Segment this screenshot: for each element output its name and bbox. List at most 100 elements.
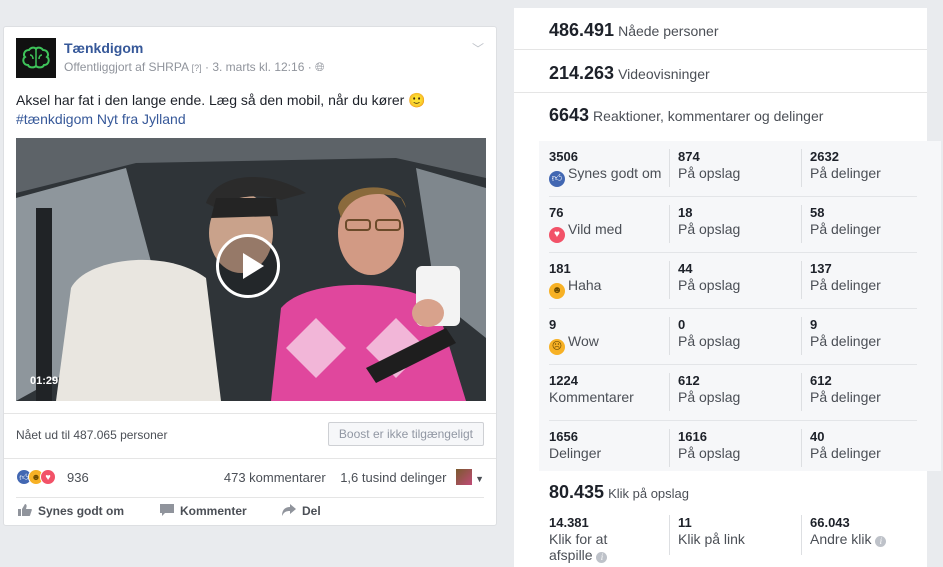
globe-icon: 🌐︎ [315,60,325,74]
breakdown-row-love: 76 ♥ Vild med 18 På opslag 58 På delinger [549,197,917,253]
on-shares-label: På delinger [810,389,881,405]
click-breakdown: 14.381 Klik for at afspille i 11 Klik på l… [549,513,917,567]
caret-down-icon[interactable]: ▼ [475,474,484,484]
page-name-link[interactable]: Tænkdigom [64,40,143,56]
like-button[interactable]: Synes godt om [18,504,124,518]
on-shares-label: På delinger [810,277,881,293]
on-post-label: På opslag [678,165,741,181]
viewer-avatar[interactable] [456,469,473,486]
like-label: Synes godt om [38,504,125,518]
share-label: Del [302,504,321,518]
comment-button[interactable]: Kommenter [160,504,247,518]
engagement-summary: 👍︎ ☻ ♥ 936 473 kommentarer 1,6 tusind de… [16,467,484,489]
info-icon[interactable]: i [596,552,608,563]
on-post-label: På opslag [678,389,741,405]
page-avatar[interactable] [16,38,56,78]
on-post-label: På opslag [678,221,741,237]
breakdown-row-haha: 181 ☻ Haha 44 På opslag 137 På delinger [549,253,917,309]
likes-total: 3506 [549,149,578,164]
post-clicks-label: Klik på opslag [608,486,690,501]
metric-reached: 486.491 Nåede personer [514,8,927,50]
wow-label: Wow [568,333,599,349]
comments-label: Kommentarer [549,389,634,405]
breakdown-row-shares: 1656 Delinger 1616 På opslag 40 På delinger [549,421,917,477]
thumbs-up-icon [18,504,32,516]
video-views-label: Videovisninger [618,66,710,82]
shares-on-post: 1616 [678,429,707,444]
share-arrow-icon [282,504,296,516]
reached-value: 486.491 [549,20,615,40]
metric-post-clicks: 80.435 Klik på opslag [514,471,927,511]
boost-button[interactable]: Boost er ikke tilgængeligt [327,422,484,446]
wow-on-post: 0 [678,317,686,332]
love-on-post: 18 [678,205,693,220]
other-clicks-label: Andre klik [810,531,872,547]
likes-on-post: 874 [678,149,700,164]
insights-panel: 486.491 Nåede personer 214.263 Videovisnin… [514,8,941,567]
wow-on-shares: 9 [810,317,818,332]
haha-on-shares: 137 [810,261,832,276]
video-views-value: 214.263 [549,63,615,83]
post-message: Aksel har fat i den lange ende. Læg så d… [16,91,486,129]
comment-icon [160,504,174,516]
chevron-down-icon[interactable]: ﹀ [472,40,484,57]
breakdown-row-wow: 9 ☹ Wow 0 På opslag 9 På delinger [549,309,917,365]
post-header: Tænkdigom Offentliggjort af SHRPA [?] · … [16,38,484,80]
link-clicks-label: Klik på link [678,531,745,547]
help-marker[interactable]: [?] [192,63,202,73]
on-post-label: På opslag [678,333,741,349]
breakdown-row-likes: 3506 👍︎ Synes godt om 874 På opslag 2632 På … [549,141,917,197]
metric-engagement: 6643 Reaktioner, kommentarer og delinger [514,93,927,135]
shares-label: Delinger [549,445,602,461]
comments-on-shares: 612 [810,373,832,388]
wow-total: 9 [549,317,557,332]
haha-icon: ☻ [549,283,565,299]
on-shares-label: På delinger [810,333,881,349]
reaction-count[interactable]: 936 [67,470,89,485]
engagement-value: 6643 [549,105,590,125]
haha-on-post: 44 [678,261,693,276]
on-post-label: På opslag [678,445,741,461]
engagement-label: Reaktioner, kommentarer og delinger [593,108,824,124]
on-shares-label: På delinger [810,221,881,237]
post-hashtags[interactable]: #tænkdigom Nyt fra Jylland [16,110,486,129]
post-card: Tænkdigom Offentliggjort af SHRPA [?] · … [3,26,497,526]
shares-count[interactable]: 1,6 tusind delinger [340,470,446,485]
video-duration: 01:29 [30,375,59,387]
post-actions: Synes godt om Kommenter Del [16,497,484,523]
share-button[interactable]: Del [282,504,321,518]
shares-on-shares: 40 [810,429,825,444]
reach-bar: Nået ud til 487.065 personer Boost er ik… [4,413,496,459]
love-label: Vild med [568,221,623,237]
wow-icon: ☹ [549,339,565,355]
haha-total: 181 [549,261,571,276]
brain-icon [22,46,50,69]
haha-label: Haha [568,277,602,293]
published-by: Offentliggjort af SHRPA [64,60,189,74]
info-icon[interactable]: i [875,536,887,547]
other-clicks-value: 66.043 [810,515,850,530]
likes-label: Synes godt om [568,165,662,181]
on-post-label: På opslag [678,277,741,293]
love-on-shares: 58 [810,205,825,220]
likes-on-shares: 2632 [810,149,839,164]
post-date[interactable]: 3. marts kl. 12:16 [212,60,304,74]
heart-icon: ♥ [549,227,565,243]
comments-total: 1224 [549,373,578,388]
post-clicks-value: 80.435 [549,482,605,502]
reached-label: Nåede personer [618,23,719,39]
video-player[interactable]: 01:29 [16,138,486,401]
link-clicks-value: 11 [678,515,692,530]
comments-count[interactable]: 473 kommentarer [224,470,326,485]
comment-label: Kommenter [180,504,247,518]
shares-total: 1656 [549,429,578,444]
on-shares-label: På delinger [810,165,881,181]
play-button[interactable] [216,234,280,298]
reach-text: Nået ud til 487.065 personer [16,428,168,442]
love-total: 76 [549,205,564,220]
comments-on-post: 612 [678,373,700,388]
like-icon: 👍︎ [549,171,565,187]
comments-shares: 473 kommentarer 1,6 tusind delinger ▼ [224,469,484,486]
love-reaction-icon: ♥ [40,469,56,485]
post-text-line: Aksel har fat i den lange ende. Læg så d… [16,92,426,108]
